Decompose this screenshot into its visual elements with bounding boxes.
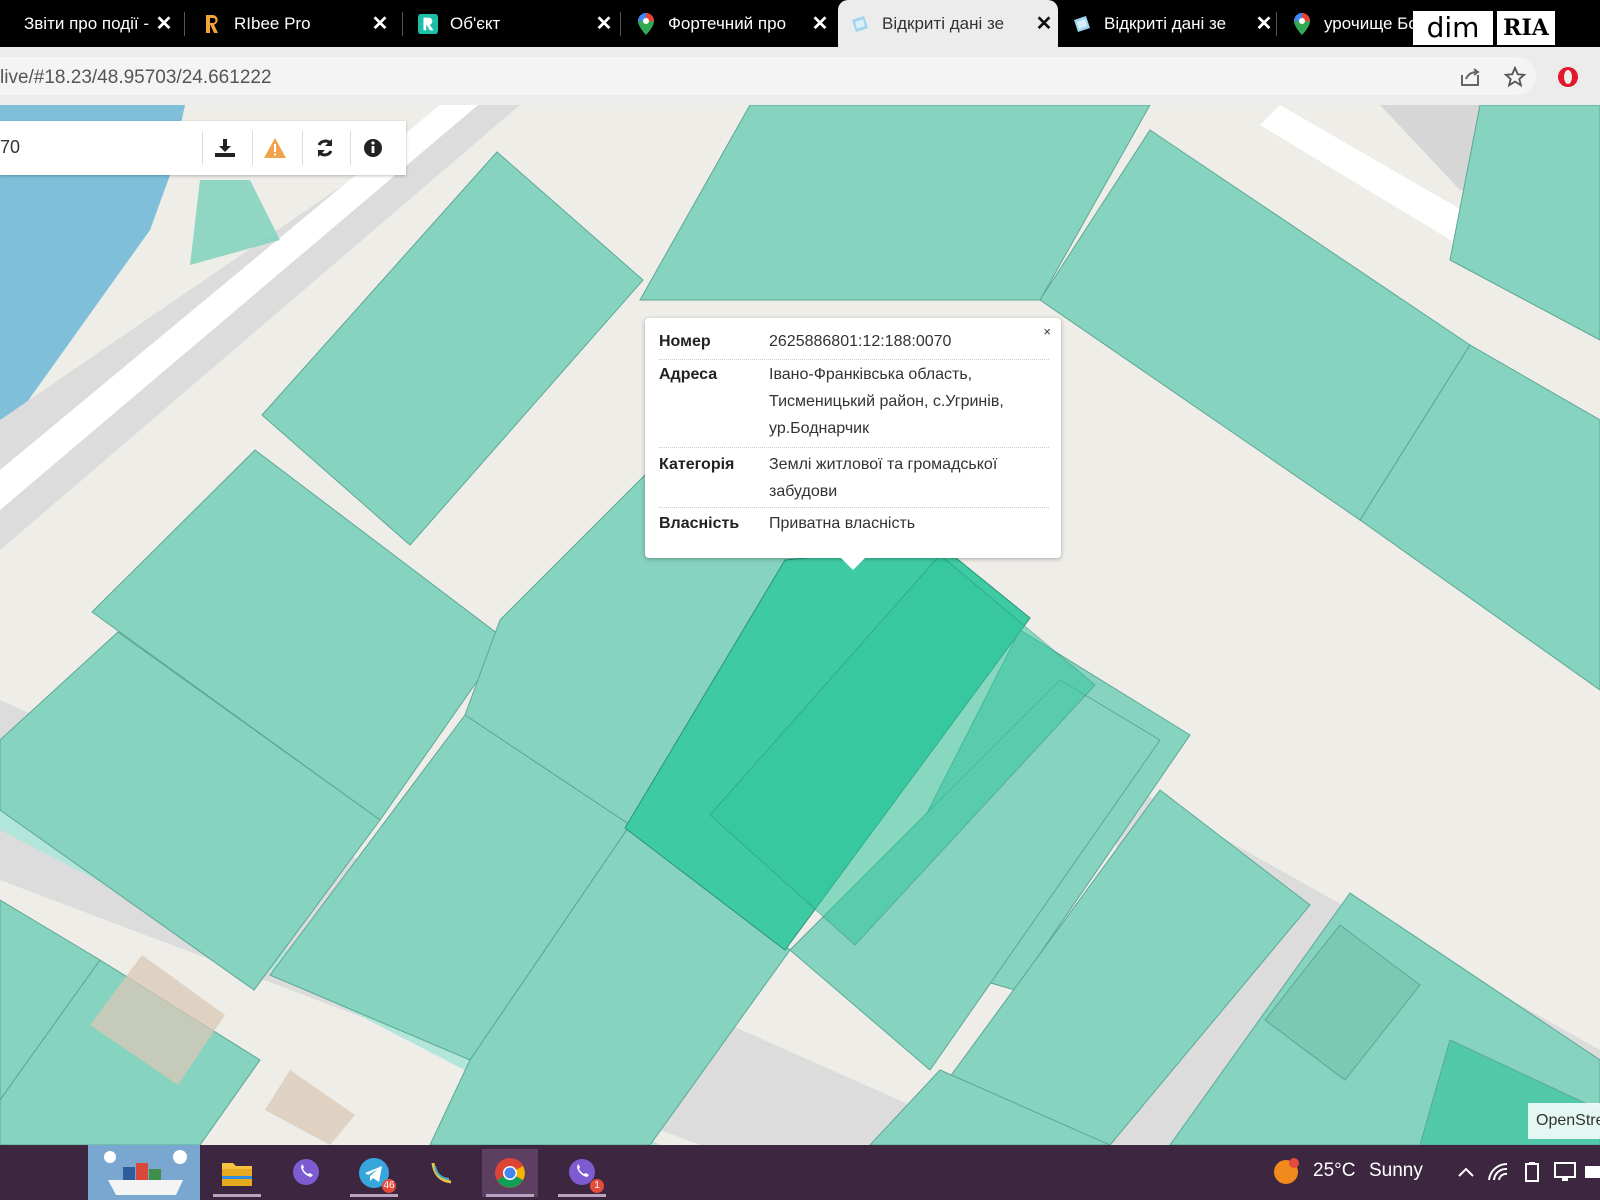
tab-fortress[interactable]: Фортечний про ✕ bbox=[624, 0, 834, 47]
tab-title: Фортечний про bbox=[668, 13, 787, 33]
tab-open-data[interactable]: Відкриті дані зе ✕ bbox=[1060, 0, 1278, 47]
close-icon[interactable]: ✕ bbox=[366, 11, 394, 36]
weather-description[interactable]: Sunny bbox=[1369, 1160, 1423, 1182]
telegram-icon[interactable]: 46 bbox=[346, 1149, 402, 1197]
search-input[interactable]: 70 bbox=[0, 137, 20, 158]
browser-tab-bar: Звіти про події - ✕ RIbee Pro ✕ Об'єкт ✕… bbox=[0, 0, 1600, 47]
map-attribution[interactable]: OpenStre bbox=[1528, 1103, 1600, 1139]
popup-row-ownership: Власність Приватна власність bbox=[659, 510, 1049, 537]
weather-temperature[interactable]: 25°C bbox=[1313, 1160, 1355, 1182]
file-explorer-icon[interactable] bbox=[209, 1149, 265, 1197]
popup-row-category: Категорія Землі житлової та громадської … bbox=[659, 451, 1049, 505]
cadastral-map[interactable] bbox=[0, 105, 1600, 1145]
address-bar: live/#18.23/48.95703/24.661222 bbox=[0, 47, 1600, 105]
tab-title: RIbee Pro bbox=[234, 13, 311, 33]
tab-title: Відкриті дані зе bbox=[882, 13, 1005, 33]
map-search-toolbar: 70 bbox=[0, 121, 406, 175]
close-icon[interactable]: ✕ bbox=[1030, 11, 1058, 36]
popup-row-address: Адреса Івано-Франківська область, Тисмен… bbox=[659, 361, 1049, 442]
display-icon[interactable] bbox=[1554, 1161, 1576, 1183]
bookmark-star-icon[interactable] bbox=[1503, 65, 1527, 89]
ship-widget-icon[interactable] bbox=[88, 1145, 200, 1200]
share-icon[interactable] bbox=[1458, 65, 1482, 89]
r-logo-icon bbox=[418, 13, 438, 34]
windows-taskbar: 46 1 25°C Sunny bbox=[0, 1145, 1600, 1200]
row-value: Івано-Франківська область, Тисменицький … bbox=[769, 366, 1004, 437]
tab-object[interactable]: Об'єкт ✕ bbox=[406, 0, 618, 47]
map-pin-icon bbox=[1292, 12, 1312, 35]
watermark-dim-logo: dim bbox=[1413, 11, 1493, 45]
row-value: Землі житлової та громадської забудови bbox=[769, 456, 998, 500]
ribee-icon bbox=[202, 14, 222, 34]
open-data-icon bbox=[1072, 14, 1092, 34]
close-icon[interactable]: ✕ bbox=[806, 11, 834, 36]
map-canvas bbox=[0, 105, 1600, 1145]
weather-icon[interactable] bbox=[1272, 1158, 1300, 1186]
tab-title: Об'єкт bbox=[450, 13, 501, 33]
row-value: Приватна власність bbox=[769, 515, 916, 532]
wifi-icon[interactable] bbox=[1487, 1161, 1509, 1183]
battery-icon[interactable] bbox=[1521, 1161, 1543, 1183]
notification-icon[interactable] bbox=[1582, 1161, 1600, 1183]
download-icon[interactable] bbox=[202, 131, 247, 165]
tab-ribee[interactable]: RIbee Pro ✕ bbox=[190, 0, 394, 47]
warning-icon[interactable] bbox=[252, 131, 297, 165]
row-key: Номер bbox=[659, 333, 711, 350]
row-key: Категорія bbox=[659, 456, 735, 473]
row-value: 2625886801:12:188:0070 bbox=[769, 333, 952, 350]
info-icon[interactable] bbox=[350, 131, 395, 165]
tab-title: Звіти про події - bbox=[24, 13, 150, 33]
popup-row-number: Номер 2625886801:12:188:0070 bbox=[659, 328, 1049, 355]
close-icon[interactable]: ✕ bbox=[1250, 11, 1278, 36]
watermark-ria-logo: RIA bbox=[1497, 11, 1555, 45]
tab-reports[interactable]: Звіти про події - ✕ bbox=[0, 0, 178, 47]
unread-badge: 46 bbox=[382, 1179, 396, 1193]
tab-title: Відкриті дані зе bbox=[1104, 13, 1227, 33]
close-icon[interactable]: ✕ bbox=[590, 11, 618, 36]
close-icon[interactable]: ✕ bbox=[150, 11, 178, 36]
chrome-icon[interactable] bbox=[482, 1149, 538, 1197]
viber-icon[interactable]: 1 bbox=[554, 1149, 610, 1197]
row-key: Адреса bbox=[659, 366, 718, 383]
opera-icon[interactable] bbox=[1556, 65, 1580, 89]
viber-icon[interactable] bbox=[278, 1149, 334, 1197]
cursor-app-icon[interactable] bbox=[414, 1149, 470, 1197]
url-text[interactable]: live/#18.23/48.95703/24.661222 bbox=[0, 67, 272, 89]
open-data-icon bbox=[850, 14, 870, 34]
tab-open-data-active[interactable]: Відкриті дані зе ✕ bbox=[838, 0, 1058, 47]
unread-badge: 1 bbox=[590, 1179, 604, 1193]
refresh-icon[interactable] bbox=[302, 131, 347, 165]
row-key: Власність bbox=[659, 515, 740, 532]
chevron-up-icon[interactable] bbox=[1455, 1161, 1477, 1183]
map-pin-icon bbox=[636, 12, 656, 35]
parcel-info-popup: × Номер 2625886801:12:188:0070 Адреса Ів… bbox=[645, 318, 1061, 570]
